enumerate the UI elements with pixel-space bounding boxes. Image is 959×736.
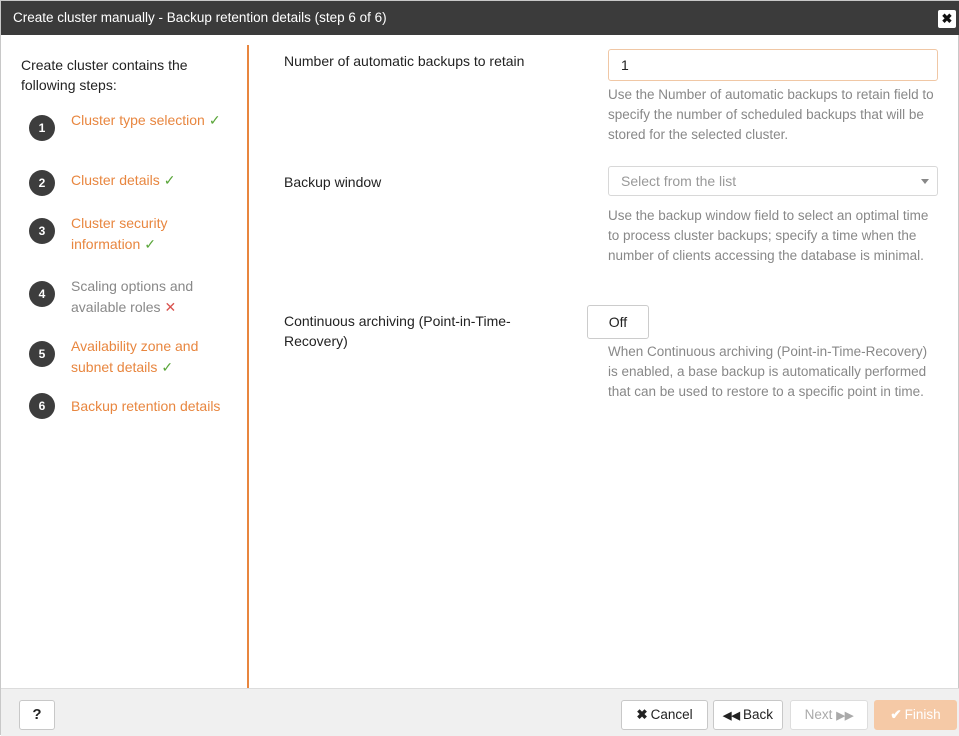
steps-sidebar: Create cluster contains the following st… bbox=[11, 45, 249, 688]
backup-window-placeholder: Select from the list bbox=[621, 173, 737, 189]
step-number-badge: 3 bbox=[29, 218, 55, 244]
finish-label: Finish bbox=[904, 707, 941, 722]
dialog-titlebar: Create cluster manually - Backup retenti… bbox=[1, 1, 959, 35]
archiving-label: Continuous archiving (Point-in-Time-Reco… bbox=[284, 313, 511, 349]
step-number-badge: 2 bbox=[29, 170, 55, 196]
double-chevron-right-icon: ▶▶ bbox=[836, 710, 854, 722]
checkmark-icon: ✔ bbox=[890, 707, 902, 722]
step-label: Scaling options and available roles ✕ bbox=[71, 276, 241, 318]
step-number-badge: 1 bbox=[29, 115, 55, 141]
back-label: Back bbox=[742, 707, 773, 722]
cancel-label: Cancel bbox=[650, 707, 693, 722]
archiving-toggle[interactable]: Off bbox=[587, 305, 649, 339]
cross-icon: ✕ bbox=[164, 299, 177, 315]
create-cluster-dialog: Create cluster manually - Backup retenti… bbox=[0, 0, 959, 736]
check-icon: ✓ bbox=[144, 236, 156, 252]
backups-help-text: Use the Number of automatic backups to r… bbox=[608, 87, 934, 142]
step-label: Cluster type selection ✓ bbox=[71, 110, 241, 131]
backup-window-select[interactable]: Select from the list bbox=[608, 166, 938, 196]
form-panel: Number of automatic backups to retain 1 … bbox=[251, 35, 959, 688]
step-label: Availability zone and subnet details ✓ bbox=[71, 336, 241, 378]
check-icon: ✓ bbox=[161, 359, 174, 375]
step-label: Backup retention details bbox=[71, 396, 241, 417]
steps-intro: Create cluster contains the following st… bbox=[21, 57, 188, 93]
back-button[interactable]: ◀◀ Back bbox=[713, 700, 783, 730]
step-number-badge: 6 bbox=[29, 393, 55, 419]
caret-down-icon bbox=[921, 179, 929, 184]
backup-window-help-text: Use the backup window field to select an… bbox=[608, 208, 929, 263]
double-chevron-left-icon: ◀◀ bbox=[723, 710, 740, 722]
finish-button[interactable]: ✔ Finish bbox=[874, 700, 957, 730]
backup-window-label: Backup window bbox=[284, 174, 382, 190]
close-icon: ✖ bbox=[636, 707, 648, 722]
step-label: Cluster security information ✓ bbox=[71, 213, 241, 255]
step-label-text: Cluster type selection bbox=[71, 112, 205, 128]
step-label: Cluster details ✓ bbox=[71, 170, 241, 191]
backups-label: Number of automatic backups to retain bbox=[284, 53, 525, 69]
close-icon[interactable]: ✖ bbox=[938, 10, 956, 28]
dialog-footer: ? ✖ Cancel ◀◀ Back Next ▶▶ ✔ Finish bbox=[1, 688, 959, 736]
backups-count-input[interactable]: 1 bbox=[608, 49, 938, 81]
step-label-text: Backup retention details bbox=[71, 398, 221, 414]
next-label: Next bbox=[804, 707, 833, 722]
step-label-text: Availability zone and subnet details bbox=[71, 338, 199, 375]
next-button[interactable]: Next ▶▶ bbox=[790, 700, 868, 730]
archiving-help-text: When Continuous archiving (Point-in-Time… bbox=[608, 344, 928, 399]
help-button[interactable]: ? bbox=[19, 700, 55, 730]
step-label-text: Cluster details bbox=[71, 172, 160, 188]
check-icon: ✓ bbox=[163, 172, 176, 188]
dialog-title: Create cluster manually - Backup retenti… bbox=[13, 10, 387, 25]
check-icon: ✓ bbox=[208, 112, 221, 128]
step-number-badge: 5 bbox=[29, 341, 55, 367]
cancel-button[interactable]: ✖ Cancel bbox=[621, 700, 708, 730]
step-number-badge: 4 bbox=[29, 281, 55, 307]
